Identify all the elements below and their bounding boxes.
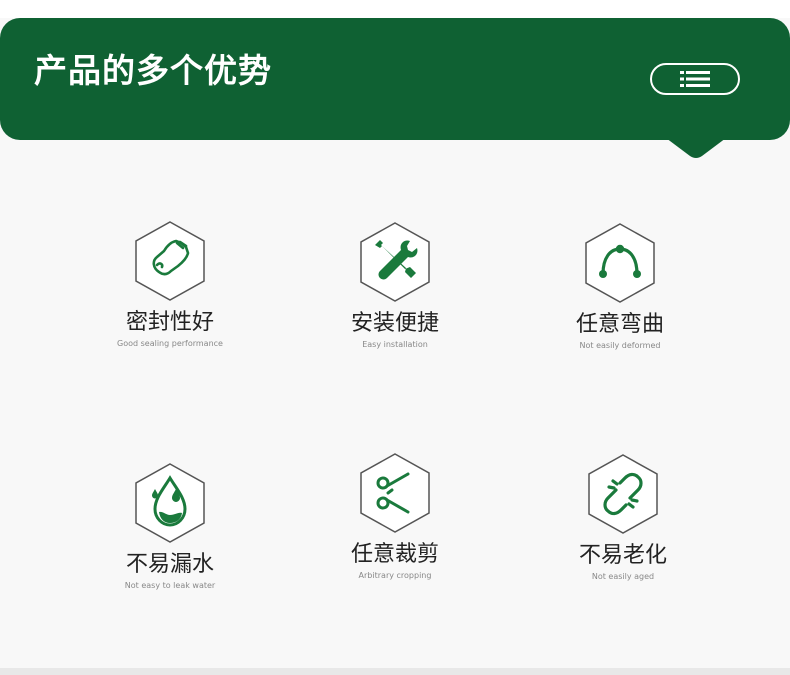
feature-title: 密封性好 — [125, 310, 214, 335]
feature-subtitle: Not easily aged — [591, 572, 655, 582]
scissors-icon — [360, 453, 430, 533]
feature-sealing: 密封性好 Good sealing performance — [90, 220, 250, 348]
wrench-screwdriver-icon — [360, 222, 430, 302]
bottom-strip — [0, 668, 790, 675]
feature-title: 不易漏水 — [125, 552, 214, 577]
broken-link-icon — [588, 454, 658, 534]
feature-subtitle: Not easily deformed — [579, 341, 661, 351]
bend-arc-icon — [585, 223, 655, 303]
feature-bending: 任意弯曲 Not easily deformed — [540, 222, 700, 350]
feature-subtitle: Not easy to leak water — [124, 581, 216, 591]
feature-subtitle: Easy installation — [362, 340, 428, 350]
features-grid: 密封性好 Good sealing performance 安装便捷 Easy … — [0, 0, 790, 675]
feature-title: 任意弯曲 — [575, 312, 664, 337]
water-drop-icon — [135, 463, 205, 543]
feature-title: 不易老化 — [578, 543, 667, 568]
feature-installation: 安装便捷 Easy installation — [315, 221, 475, 349]
feature-leakproof: 不易漏水 Not easy to leak water — [90, 462, 250, 590]
seal-hose-icon — [135, 221, 205, 301]
feature-title: 安装便捷 — [350, 311, 439, 336]
feature-subtitle: Arbitrary cropping — [358, 571, 432, 581]
feature-anti-aging: 不易老化 Not easily aged — [543, 453, 703, 581]
feature-cropping: 任意裁剪 Arbitrary cropping — [315, 452, 475, 580]
feature-title: 任意裁剪 — [350, 542, 439, 567]
feature-subtitle: Good sealing performance — [117, 339, 223, 349]
